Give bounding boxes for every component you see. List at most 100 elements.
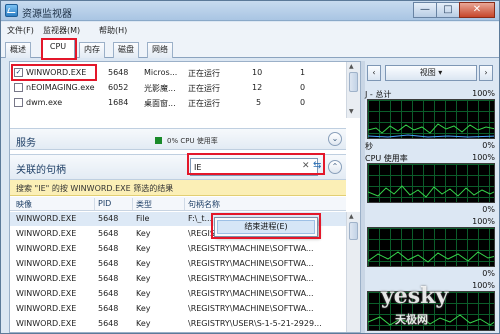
resource-monitor-window: 资源监视器 — □ ✕ 文件(F) 监视器(M) 帮助(H) 概述 CPU 内存… — [0, 0, 500, 334]
services-section-header[interactable]: 服务 0% CPU 使用率 ⌄ — [10, 128, 346, 150]
process-row[interactable]: dwm.exe 1684 桌面窗... 正在运行 5 0 — [10, 96, 346, 110]
handle-type: Key — [136, 229, 151, 238]
expand-services-chevron-icon[interactable]: ⌄ — [328, 132, 342, 146]
graph-min: 0% — [482, 269, 495, 278]
handle-row[interactable]: WINWORD.EXE 5648 Key \REGISTRY\MACHINE\S… — [10, 287, 346, 301]
scroll-thumb[interactable] — [349, 72, 358, 92]
services-title: 服务 — [16, 138, 36, 149]
process-threads: 5 — [256, 98, 262, 107]
process-checkbox[interactable]: ✓ — [14, 68, 23, 77]
scroll-up-arrow-icon[interactable]: ▲ — [349, 213, 354, 220]
handle-row[interactable]: WINWORD.EXE 5648 Key \REGISTRY\MACHINE\S… — [10, 272, 346, 286]
column-separator — [132, 198, 133, 210]
tab-network[interactable]: 网络 — [147, 42, 173, 58]
handle-name: \REGISTRY\MACHINE\SOFTWA... — [188, 274, 314, 283]
graph-max: 100% — [472, 217, 495, 226]
handle-pid: 5648 — [98, 274, 119, 283]
window-title: 资源监视器 — [22, 9, 72, 20]
cpu-usage-indicator-icon — [155, 137, 162, 144]
scroll-down-arrow-icon[interactable]: ▼ — [349, 108, 354, 115]
tab-disk[interactable]: 磁盘 — [113, 42, 139, 58]
yesky-watermark-cn: 天极网 — [395, 313, 428, 326]
title-bar: 资源监视器 — □ ✕ — [1, 1, 499, 21]
window-controls: — □ ✕ — [413, 2, 495, 18]
scroll-thumb[interactable] — [349, 222, 358, 240]
handles-title: 关联的句柄 — [16, 165, 66, 176]
handle-image: WINWORD.EXE — [16, 304, 77, 313]
process-desc: Micros... — [144, 68, 178, 77]
handle-row[interactable]: WINWORD.EXE 5648 Key \REGISTRY\MACHINE\S… — [10, 302, 346, 316]
process-status: 正在运行 — [188, 69, 220, 78]
process-row[interactable]: ✓ WINWORD.EXE 5648 Micros... 正在运行 10 1 — [10, 66, 346, 80]
handle-name: \REGISTRY\MACHINE\SOFTWA... — [188, 289, 314, 298]
end-process-menu-item[interactable]: 结束进程(E) — [217, 220, 315, 234]
process-pid: 5648 — [108, 68, 129, 77]
column-type[interactable]: 类型 — [136, 199, 152, 210]
core-line — [368, 251, 494, 263]
handle-image: WINWORD.EXE — [16, 244, 77, 253]
process-status: 正在运行 — [188, 84, 220, 93]
handles-column-header: 映像 PID 类型 句柄名称 — [10, 197, 346, 211]
handle-list-scrollbar[interactable]: ▲ — [346, 212, 360, 332]
services-cpu-usage: 0% CPU 使用率 — [167, 137, 218, 145]
handle-search-input[interactable] — [194, 161, 294, 173]
handle-image: WINWORD.EXE — [16, 214, 77, 223]
process-cpu: 0 — [300, 98, 306, 107]
handle-type: Key — [136, 259, 151, 268]
handle-pid: 5648 — [98, 214, 119, 223]
process-threads: 12 — [252, 83, 263, 92]
handle-type: Key — [136, 289, 151, 298]
process-threads: 10 — [252, 68, 263, 77]
refresh-search-icon[interactable]: ⇆ — [313, 160, 321, 171]
next-arrow-icon[interactable]: › — [479, 65, 493, 81]
context-menu: 结束进程(E) — [214, 217, 318, 237]
process-pid: 6052 — [108, 83, 129, 92]
graph-max: 100% — [472, 281, 495, 290]
tab-overview[interactable]: 概述 — [5, 42, 31, 58]
filter-results-banner: 搜索 "IE" 的按 WINWORD.EXE 筛选的结果 — [10, 180, 346, 196]
handle-row[interactable]: WINWORD.EXE 5648 Key \REGISTRY\USER\S-1-… — [10, 317, 346, 331]
handle-image: WINWORD.EXE — [16, 319, 77, 328]
tab-memory[interactable]: 内存 — [79, 42, 105, 58]
column-separator — [184, 198, 185, 210]
cpu-usage-line — [368, 185, 494, 198]
maximize-button[interactable]: □ — [436, 2, 460, 18]
menu-file[interactable]: 文件(F) — [7, 25, 34, 36]
collapse-handles-chevron-icon[interactable]: ⌃ — [328, 160, 342, 174]
handle-pid: 5648 — [98, 259, 119, 268]
graph-max: 100% — [472, 89, 495, 98]
process-checkbox[interactable] — [14, 83, 23, 92]
close-button[interactable]: ✕ — [459, 2, 495, 18]
menu-monitor[interactable]: 监视器(M) — [43, 25, 80, 36]
column-pid[interactable]: PID — [98, 199, 111, 208]
handle-type: Key — [136, 274, 151, 283]
view-dropdown[interactable]: 视图 ▾ — [385, 65, 477, 81]
column-separator — [94, 198, 95, 210]
process-checkbox[interactable] — [14, 98, 23, 107]
handle-row[interactable]: WINWORD.EXE 5648 Key \REGISTRY\MACHINE\S… — [10, 257, 346, 271]
handle-row[interactable]: WINWORD.EXE 5648 Key \REGISTRY\MACHINE\S… — [10, 242, 346, 256]
handle-search-box: ✕ ⇆ — [190, 158, 321, 176]
process-row[interactable]: nEOIMAGING.exe 6052 光影魔... 正在运行 12 0 — [10, 81, 346, 95]
process-list-scrollbar[interactable]: ▲ ▼ — [346, 62, 360, 118]
minimize-button[interactable]: — — [413, 2, 437, 18]
handle-type: File — [136, 214, 150, 223]
handle-image: WINWORD.EXE — [16, 259, 77, 268]
handle-pid: 5648 — [98, 244, 119, 253]
tab-cpu[interactable]: CPU — [41, 39, 75, 59]
core-graph — [367, 227, 495, 267]
clear-search-icon[interactable]: ✕ — [302, 161, 310, 171]
tab-strip: 概述 CPU 内存 磁盘 网络 — [1, 38, 499, 59]
column-handle-name[interactable]: 句柄名称 — [188, 199, 220, 210]
previous-arrow-icon[interactable]: ‹ — [367, 65, 381, 81]
column-image[interactable]: 映像 — [16, 199, 32, 210]
handle-name: \REGISTRY\MACHINE\SOFTWA... — [188, 304, 314, 313]
handle-name: \REGISTRY\MACHINE\SOFTWA... — [188, 244, 314, 253]
handle-pid: 5648 — [98, 319, 119, 328]
scroll-up-arrow-icon[interactable]: ▲ — [349, 63, 354, 70]
menu-help[interactable]: 帮助(H) — [99, 25, 127, 36]
handle-image: WINWORD.EXE — [16, 274, 77, 283]
cpu-total-graph — [367, 99, 495, 139]
cpu-left-pane: ✓ WINWORD.EXE 5648 Micros... 正在运行 10 1 n… — [9, 61, 361, 333]
cpu-total-line — [368, 123, 494, 138]
